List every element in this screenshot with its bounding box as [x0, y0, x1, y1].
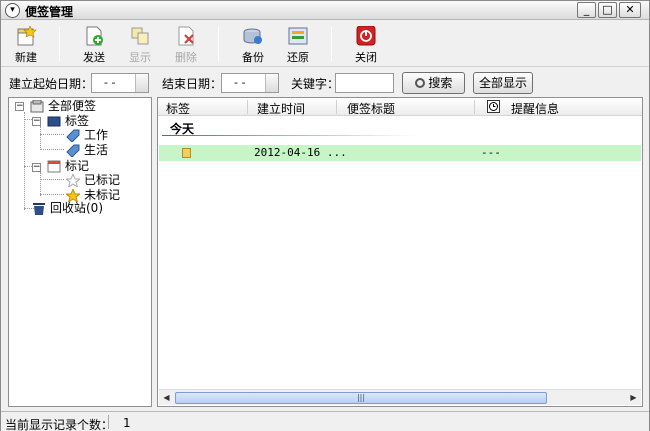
search-button[interactable]: 搜索 — [402, 72, 465, 94]
minimize-button[interactable]: _ — [577, 2, 596, 18]
clock-icon — [487, 100, 500, 113]
toolbar: 新建 发送 显示 删除 备份 还原 关闭 — [1, 21, 649, 67]
window-menu-icon[interactable]: ▾ — [5, 3, 20, 18]
delete-label: 删除 — [175, 51, 197, 64]
new-button[interactable]: 新建 — [6, 24, 46, 66]
restore-button[interactable]: 还原 — [278, 24, 318, 66]
tag-folder-icon — [47, 115, 61, 128]
backup-icon — [242, 26, 264, 46]
scroll-left-icon[interactable]: ◀ — [159, 391, 174, 405]
marks-collapse-toggle[interactable]: − — [32, 163, 41, 172]
record-count-value: 1 — [123, 416, 131, 430]
calendar-icon — [47, 160, 61, 173]
send-button[interactable]: 发送 — [74, 24, 114, 66]
tree-item-marks[interactable]: 标记 — [65, 159, 89, 174]
backup-button[interactable]: 备份 — [233, 24, 273, 66]
column-tag[interactable]: 标签 — [166, 100, 190, 117]
column-title[interactable]: 便签标题 — [347, 100, 395, 117]
app-window: ▾ 便签管理 _ □ ✕ 新建 发送 显示 删除 备份 还原 关闭 建立起始日期… — [0, 0, 650, 431]
empty-star-icon — [64, 172, 82, 189]
title-bar: ▾ 便签管理 _ □ ✕ — [1, 1, 649, 20]
horizontal-scrollbar[interactable]: ◀ ||| ▶ — [159, 389, 641, 405]
tree-item-life[interactable]: 生活 — [84, 143, 108, 158]
tree-item-tags[interactable]: 标签 — [65, 114, 89, 129]
record-count-label: 当前显示记录个数： — [5, 418, 114, 431]
tree-item-recycle-bin[interactable]: 回收站(0) — [50, 201, 103, 216]
search-icon — [414, 78, 425, 88]
show-button[interactable]: 显示 — [120, 24, 160, 66]
root-collapse-toggle[interactable]: − — [15, 102, 24, 111]
delete-icon — [175, 26, 197, 46]
tree-item-all-notes[interactable]: 全部便签 — [48, 99, 96, 114]
new-note-icon — [15, 25, 37, 46]
send-icon — [83, 26, 105, 46]
keyword-label: 关键字： — [291, 77, 340, 91]
keyword-input[interactable] — [335, 73, 394, 93]
search-label: 搜索 — [428, 76, 453, 90]
end-date-label: 结束日期： — [162, 77, 223, 91]
tree-item-work[interactable]: 工作 — [84, 128, 108, 143]
close-label: 关闭 — [355, 51, 377, 64]
start-date-dropdown-icon[interactable] — [135, 74, 148, 92]
row-reminder: --- — [481, 146, 501, 159]
show-all-button[interactable]: 全部显示 — [473, 72, 533, 94]
end-date-dropdown-icon[interactable] — [265, 74, 278, 92]
restore-label: 还原 — [287, 51, 309, 64]
window-title: 便签管理 — [25, 5, 74, 19]
start-date-value: - - — [104, 76, 116, 89]
end-date-picker[interactable]: - - — [221, 73, 279, 93]
restore-icon — [287, 26, 309, 46]
tags-collapse-toggle[interactable]: − — [32, 117, 41, 126]
scroll-thumb[interactable]: ||| — [175, 392, 547, 404]
power-icon — [355, 25, 377, 46]
maximize-button[interactable]: □ — [598, 2, 617, 18]
category-tree: − 全部便签 − 标签 工作 生活 − 标记 已标记 未标记 回收站(0) — [8, 97, 152, 407]
send-label: 发送 — [83, 51, 105, 64]
tag-icon — [66, 144, 80, 158]
group-divider — [162, 135, 416, 136]
note-icon — [182, 148, 191, 158]
delete-button[interactable]: 删除 — [166, 24, 206, 66]
table-row[interactable]: 2012-04-16 ... --- — [159, 145, 641, 161]
start-date-label: 建立起始日期： — [9, 77, 94, 91]
tree-item-marked[interactable]: 已标记 — [84, 173, 120, 188]
notes-list: 标签 建立时间 便签标题 提醒信息 今天 2012-04-16 ... --- … — [157, 97, 643, 407]
close-window-button[interactable]: ✕ — [619, 2, 641, 18]
status-bar: 当前显示记录个数： 1 — [1, 411, 649, 431]
notes-folder-icon — [30, 99, 44, 113]
close-button[interactable]: 关闭 — [346, 24, 386, 66]
start-date-picker[interactable]: - - — [91, 73, 149, 93]
show-icon — [129, 26, 151, 46]
tag-icon — [66, 129, 80, 143]
new-label: 新建 — [15, 51, 37, 64]
recycle-bin-icon — [32, 202, 46, 215]
show-label: 显示 — [129, 51, 151, 64]
list-header: 标签 建立时间 便签标题 提醒信息 — [158, 98, 642, 116]
column-reminder[interactable]: 提醒信息 — [511, 100, 559, 117]
filter-bar: 建立起始日期： - - 结束日期： - - 关键字： 搜索 全部显示 — [1, 69, 649, 97]
scroll-right-icon[interactable]: ▶ — [626, 391, 641, 405]
row-created: 2012-04-16 ... — [254, 146, 347, 159]
end-date-value: - - — [234, 76, 246, 89]
backup-label: 备份 — [242, 51, 264, 64]
column-created[interactable]: 建立时间 — [257, 100, 305, 117]
